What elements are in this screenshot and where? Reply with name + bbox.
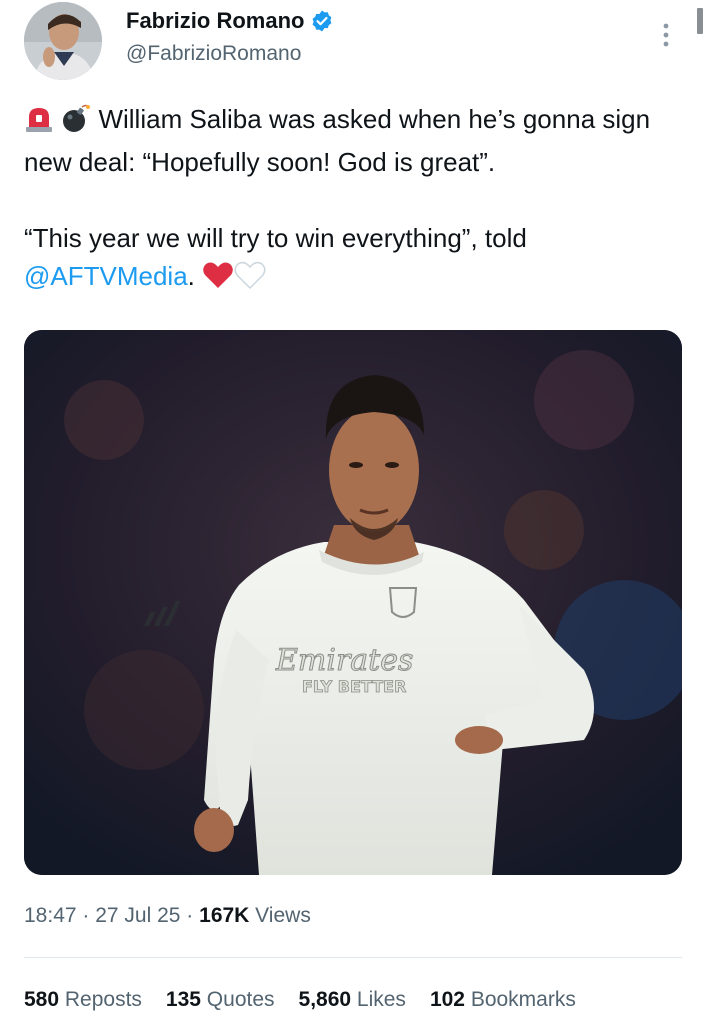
scrollbar-indicator xyxy=(697,8,703,34)
tweet-media-image[interactable]: Emirates FLY BETTER xyxy=(24,330,682,875)
quotes-count: 135 xyxy=(165,988,201,1011)
quotes-label: Quotes xyxy=(200,988,275,1011)
avatar-image xyxy=(24,2,102,80)
author-name-row[interactable]: Fabrizio Romano xyxy=(126,8,334,34)
meta-separator: · xyxy=(76,904,96,927)
siren-emoji xyxy=(24,105,54,143)
quotes-stat[interactable]: 135 Quotes xyxy=(166,988,275,1012)
mention-link[interactable]: @AFTVMedia xyxy=(24,261,188,291)
reposts-label: Reposts xyxy=(59,988,142,1011)
tweet-text: William Saliba was asked when he’s gonna… xyxy=(24,100,690,300)
meta-separator: · xyxy=(180,904,200,927)
tweet-line-2-end: . xyxy=(187,261,195,291)
more-options-icon[interactable] xyxy=(656,20,676,50)
views-count: 167K xyxy=(199,904,250,927)
tweet-paragraph-1: William Saliba was asked when he’s gonna… xyxy=(24,100,690,181)
views-label: Views xyxy=(249,904,311,927)
tweet-paragraph-2: “This year we will try to win everything… xyxy=(24,219,690,300)
display-name[interactable]: Fabrizio Romano xyxy=(126,8,304,34)
tweet-time[interactable]: 18:47 xyxy=(24,904,77,927)
likes-stat[interactable]: 5,860 Likes xyxy=(299,988,406,1012)
shirt-slogan-text: FLY BETTER xyxy=(302,677,406,696)
divider xyxy=(24,957,682,958)
engagement-stats: 580 Reposts 135 Quotes 5,860 Likes 102 B… xyxy=(24,988,576,1012)
bookmarks-stat[interactable]: 102 Bookmarks xyxy=(430,988,576,1012)
likes-label: Likes xyxy=(351,988,406,1011)
author-handle[interactable]: @FabrizioRomano xyxy=(126,42,301,66)
bookmarks-count: 102 xyxy=(429,988,465,1011)
white-heart-emoji xyxy=(234,260,266,300)
reposts-stat[interactable]: 580 Reposts xyxy=(24,988,142,1012)
bomb-emoji xyxy=(61,103,91,143)
tweet-line-1: William Saliba was asked when he’s gonna… xyxy=(24,104,651,177)
likes-count: 5,860 xyxy=(298,988,352,1011)
player-photo: Emirates FLY BETTER xyxy=(24,330,682,875)
tweet-date[interactable]: 27 Jul 25 xyxy=(95,904,180,927)
tweet-line-2: “This year we will try to win everything… xyxy=(24,223,527,253)
avatar[interactable] xyxy=(24,2,102,80)
bookmarks-label: Bookmarks xyxy=(464,988,576,1011)
tweet-meta-row: 18:47 · 27 Jul 25 · 167K Views xyxy=(24,904,311,928)
shirt-sponsor-text: Emirates xyxy=(275,643,413,678)
reposts-count: 580 xyxy=(24,988,60,1011)
red-heart-emoji xyxy=(202,260,234,300)
verified-badge-icon xyxy=(310,9,334,33)
